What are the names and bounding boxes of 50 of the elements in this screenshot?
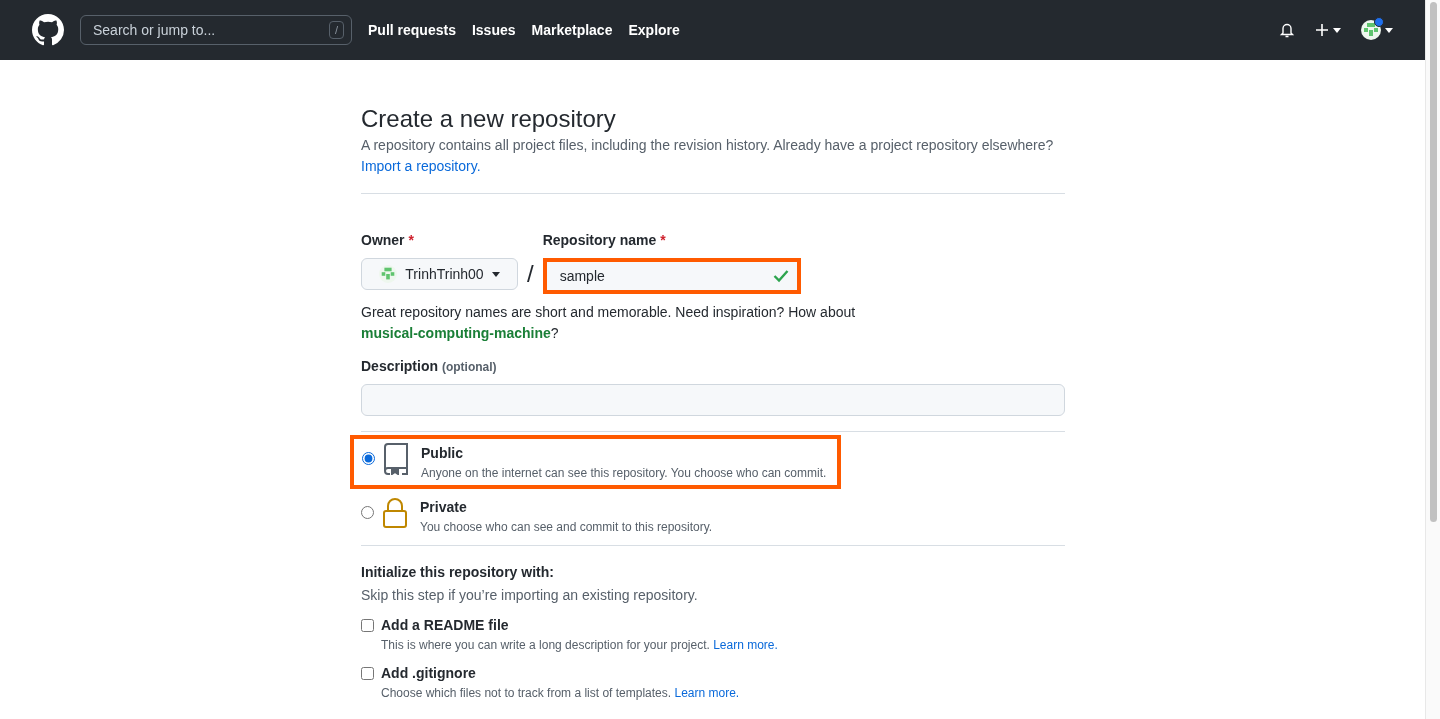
- option-text: Choose which files not to track from a list of templates. Learn more.: [381, 685, 741, 701]
- intro-text: A repository contains all project files, including the revision history. Already have a project repository elsewhere? Import a repository.: [361, 136, 1055, 176]
- option-text: Anyone on the internet can see this repository. You choose who can commit.: [421, 465, 827, 481]
- option-title: Public: [421, 444, 464, 463]
- book-icon: [383, 443, 409, 475]
- checkbox[interactable]: [361, 666, 374, 680]
- bell-icon[interactable]: [1279, 22, 1295, 38]
- learn-more-link[interactable]: Learn more.: [713, 638, 778, 652]
- shortcut-key: /: [328, 21, 344, 39]
- slash-separator: /: [526, 259, 535, 289]
- padlock-icon: [382, 497, 408, 529]
- description-label: Description: [361, 358, 438, 374]
- option-text: You choose who can see and commit to this repository.: [420, 519, 713, 535]
- optional-note: (optional): [441, 360, 497, 374]
- learn-more-link[interactable]: Learn more.: [674, 686, 740, 700]
- radio-button[interactable]: [361, 506, 374, 519]
- suggestion-link[interactable]: musical-computing-machine: [361, 325, 551, 341]
- visibility-option[interactable]: Private You choose who can see and commit to this repository.: [361, 489, 728, 543]
- caret-icon: [491, 271, 500, 277]
- init-text: Skip this step if you’re importing an existing repository.: [361, 586, 699, 605]
- nav-link[interactable]: Pull requests: [368, 20, 456, 40]
- required-mark: *: [660, 232, 666, 248]
- owner-dropdown[interactable]: TrinhTrinh00: [361, 258, 518, 290]
- init-title: Initialize this repository with:: [361, 563, 555, 582]
- create-menu-button[interactable]: [1315, 23, 1341, 37]
- repo-name-field[interactable]: sample: [542, 258, 801, 294]
- plus-icon: [1315, 23, 1329, 37]
- page-title: Create a new repository: [361, 104, 617, 134]
- caret-icon: [1385, 27, 1393, 33]
- nav-link[interactable]: Explore: [628, 20, 680, 40]
- checkbox[interactable]: [361, 618, 374, 632]
- profile-menu-button[interactable]: [1361, 20, 1393, 40]
- required-mark: *: [408, 232, 414, 248]
- caret-icon: [1333, 27, 1341, 33]
- nav-link[interactable]: Marketplace: [531, 20, 613, 40]
- avatar-icon: [379, 265, 398, 283]
- radio-button[interactable]: [362, 452, 375, 465]
- option-title: Add a README file: [381, 616, 509, 635]
- nav-link[interactable]: Issues: [471, 20, 516, 40]
- option-text: This is where you can write a long description for your project. Learn more.: [381, 637, 779, 653]
- avatar-icon: [1361, 20, 1381, 40]
- option-title: Private: [420, 498, 468, 517]
- cat-logo-icon[interactable]: [32, 14, 64, 46]
- option-title: Add .gitignore: [381, 664, 476, 683]
- owner-label: Owner: [361, 232, 405, 248]
- visibility-option[interactable]: Public Anyone on the internet can see this repository. You choose who can commit.: [350, 435, 842, 489]
- description-field[interactable]: [361, 384, 1065, 416]
- import-link[interactable]: Import a repository.: [361, 158, 481, 174]
- repo-name-label: Repository name: [542, 232, 657, 248]
- name-hint: Great repository names are short and memorable. Need inspiration? How about musical-computing-machine?: [361, 303, 857, 343]
